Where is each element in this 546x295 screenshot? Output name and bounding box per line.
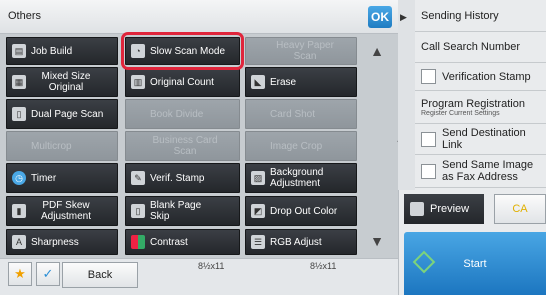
scroll-up-icon[interactable]: ▲ bbox=[358, 34, 396, 68]
send-same-image-fax-item[interactable]: Send Same Image as Fax Address bbox=[415, 155, 546, 188]
send-destination-link-checkbox[interactable] bbox=[421, 131, 436, 147]
program-registration-item[interactable]: Program Registration Register Current Se… bbox=[415, 91, 546, 124]
job-build-button[interactable]: ▤ Job Build bbox=[6, 37, 118, 65]
verif-stamp-icon: ✎ bbox=[131, 171, 145, 185]
verif-stamp-button[interactable]: ✎ Verif. Stamp bbox=[125, 163, 240, 193]
paper-size-left: 8½x11 bbox=[198, 261, 225, 271]
contrast-icon bbox=[131, 235, 145, 249]
favorite-star-icon[interactable]: ★ bbox=[8, 262, 32, 286]
book-divide-icon bbox=[131, 107, 145, 121]
verification-stamp-checkbox[interactable] bbox=[421, 69, 436, 84]
original-count-icon: ▥ bbox=[131, 75, 145, 89]
sending-history-item[interactable]: Sending History bbox=[415, 0, 546, 32]
contrast-button[interactable]: Contrast bbox=[125, 229, 240, 255]
heavy-paper-icon bbox=[251, 44, 265, 58]
erase-icon: ◣ bbox=[251, 75, 265, 89]
card-shot-button[interactable]: Card Shot bbox=[245, 99, 357, 129]
start-icon bbox=[412, 250, 436, 274]
card-shot-icon bbox=[251, 107, 265, 121]
business-card-scan-button[interactable]: Business Card Scan bbox=[125, 131, 240, 161]
expand-arrow-icon[interactable]: ▶ bbox=[400, 12, 407, 23]
scroll-down-icon[interactable]: ▼ bbox=[358, 224, 396, 258]
background-adjust-icon: ▨ bbox=[251, 171, 265, 185]
clear-all-button[interactable]: CA bbox=[494, 194, 546, 224]
send-destination-link-item[interactable]: Send Destination Link bbox=[415, 124, 546, 155]
sharpness-icon: A bbox=[12, 235, 26, 249]
book-divide-button[interactable]: Book Divide bbox=[125, 99, 240, 129]
back-button[interactable]: Back bbox=[62, 262, 138, 288]
selection-highlight bbox=[121, 32, 244, 70]
pdf-skew-adjustment-button[interactable]: ▮ PDF Skew Adjustment bbox=[6, 196, 118, 226]
timer-icon: ◷ bbox=[12, 171, 26, 185]
mixed-size-original-button[interactable]: ▦ Mixed Size Original bbox=[6, 67, 118, 97]
ok-button[interactable]: OK bbox=[368, 6, 392, 28]
start-button[interactable]: Start bbox=[404, 232, 546, 295]
timer-button[interactable]: ◷ Timer bbox=[6, 163, 118, 193]
job-build-icon: ▤ bbox=[12, 44, 26, 58]
blank-page-skip-button[interactable]: ▯ Blank Page Skip bbox=[125, 196, 240, 226]
background-adjustment-button[interactable]: ▨ Background Adjustment bbox=[245, 163, 357, 193]
rgb-adjust-icon: ☰ bbox=[251, 235, 265, 249]
pdf-skew-icon: ▮ bbox=[12, 204, 26, 218]
blank-page-icon: ▯ bbox=[131, 204, 145, 218]
dual-page-icon: ▯ bbox=[12, 107, 26, 121]
paper-size-right: 8½x11 bbox=[310, 261, 337, 271]
original-count-button[interactable]: ▥ Original Count bbox=[125, 67, 240, 97]
drop-out-color-icon: ◩ bbox=[251, 204, 265, 218]
dual-page-scan-button[interactable]: ▯ Dual Page Scan bbox=[6, 99, 118, 129]
send-same-image-checkbox[interactable] bbox=[421, 163, 436, 179]
verification-stamp-item[interactable]: Verification Stamp bbox=[415, 63, 546, 91]
erase-button[interactable]: ◣ Erase bbox=[245, 67, 357, 97]
drop-out-color-button[interactable]: ◩ Drop Out Color bbox=[245, 196, 357, 226]
sharpness-button[interactable]: A Sharpness bbox=[6, 229, 118, 255]
mixed-size-icon: ▦ bbox=[12, 75, 26, 89]
multicrop-icon bbox=[12, 139, 26, 153]
preview-icon bbox=[410, 202, 424, 216]
panel-header: Others bbox=[0, 0, 398, 34]
business-card-icon bbox=[131, 139, 145, 153]
image-crop-icon bbox=[251, 139, 265, 153]
call-search-number-item[interactable]: Call Search Number bbox=[415, 32, 546, 63]
check-icon[interactable]: ✓ bbox=[36, 262, 60, 286]
page-title: Others bbox=[8, 10, 42, 22]
image-crop-button[interactable]: Image Crop bbox=[245, 131, 357, 161]
preview-button[interactable]: Preview bbox=[404, 194, 484, 224]
rgb-adjust-button[interactable]: ☰ RGB Adjust bbox=[245, 229, 357, 255]
heavy-paper-scan-button[interactable]: Heavy Paper Scan bbox=[245, 37, 357, 65]
right-scrollbar[interactable] bbox=[398, 0, 415, 190]
multicrop-button[interactable]: Multicrop bbox=[6, 131, 118, 161]
